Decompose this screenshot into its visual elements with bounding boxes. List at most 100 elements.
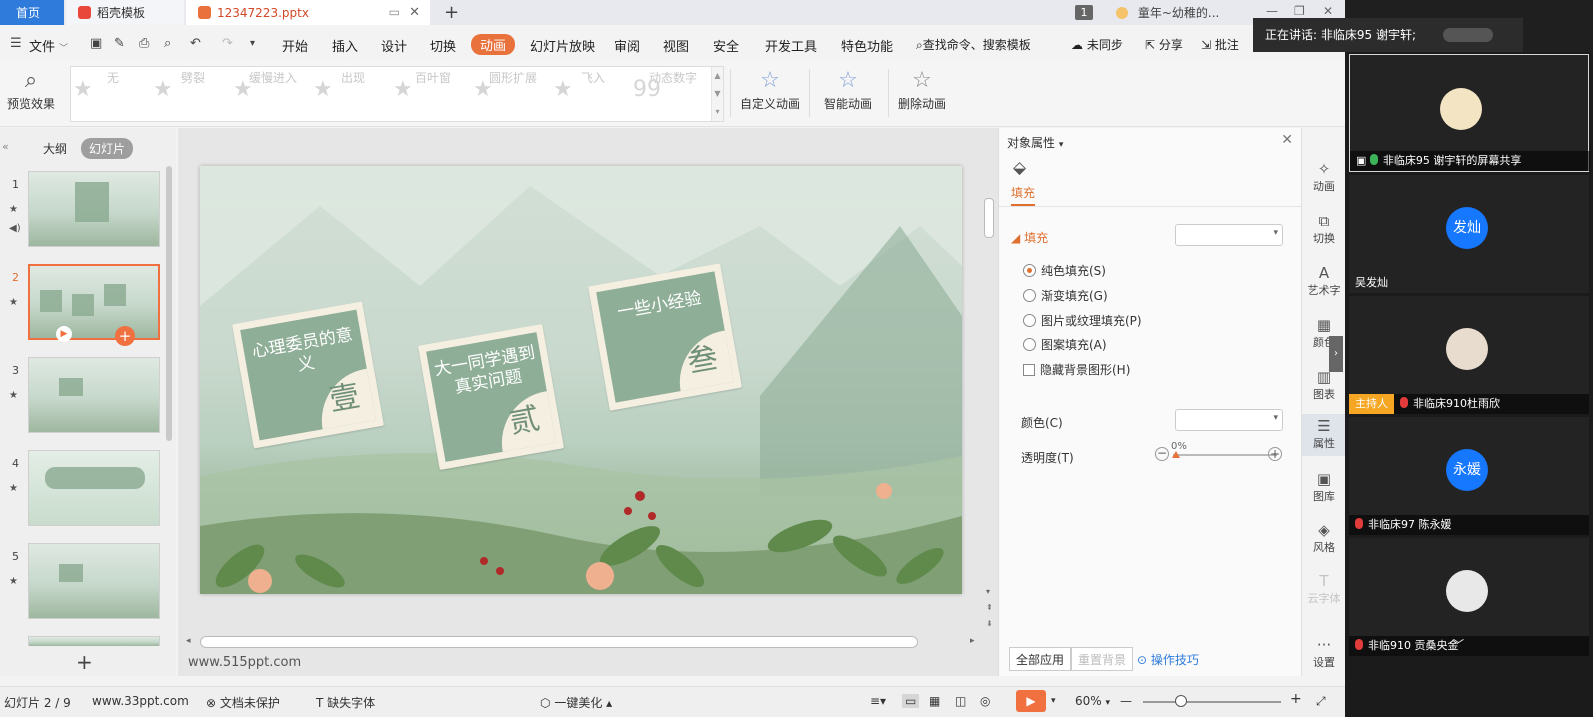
- radio-picture-fill[interactable]: 图片或纹理填充(P): [1023, 312, 1142, 329]
- tab-home[interactable]: 首页: [0, 0, 64, 25]
- zoom-in-icon[interactable]: +: [1290, 691, 1302, 707]
- share-button[interactable]: ⇱ 分享: [1145, 36, 1183, 53]
- save-icon[interactable]: ▣: [90, 37, 104, 51]
- slide-nav-arrows-icon[interactable]: ▾ ⇞ ⇟: [986, 584, 993, 632]
- play-options-chevron-icon[interactable]: ▾: [1051, 696, 1056, 706]
- decrease-transparency-button[interactable]: −: [1155, 447, 1169, 461]
- anim-dynamic-number[interactable]: 99 动态数字: [633, 69, 713, 102]
- slide-thumbnail-3[interactable]: [28, 357, 160, 433]
- tab-slides[interactable]: 幻灯片: [81, 138, 134, 159]
- print-icon[interactable]: ⎙: [139, 37, 153, 51]
- preview-effect-button[interactable]: ⌕ 预览效果: [6, 67, 56, 112]
- anim-blinds[interactable]: ★ 百叶窗: [393, 69, 473, 102]
- sidebar-gallery[interactable]: ▣ 图库: [1302, 470, 1346, 506]
- zoom-out-icon[interactable]: —: [1120, 694, 1132, 708]
- fit-window-icon[interactable]: ⤢: [1316, 694, 1326, 709]
- document-protection[interactable]: ⊗ 文档未保护: [206, 694, 280, 711]
- menu-transition[interactable]: 切换: [430, 36, 456, 55]
- notes-toggle-icon[interactable]: ≡▾: [870, 694, 886, 708]
- menu-view[interactable]: 视图: [663, 36, 689, 55]
- smart-animation-button[interactable]: ☆ 智能动画: [816, 67, 880, 112]
- expand-pane-chevron-icon[interactable]: ›: [1329, 336, 1343, 372]
- close-icon[interactable]: ✕: [1281, 132, 1293, 148]
- video-tile-4[interactable]: 永媛 非临床97 陈永媛: [1349, 417, 1589, 535]
- menu-review[interactable]: 审阅: [614, 36, 640, 55]
- paint-bucket-icon[interactable]: ⬙: [1013, 158, 1026, 178]
- menu-features[interactable]: 特色功能: [841, 36, 893, 55]
- menu-design[interactable]: 设计: [381, 36, 407, 55]
- delete-animation-button[interactable]: ☆ 删除动画: [893, 67, 951, 112]
- transparency-slider[interactable]: [1173, 454, 1277, 456]
- anim-slow-in[interactable]: ★ 缓慢进入: [233, 69, 313, 102]
- missing-font-button[interactable]: T 缺失字体: [316, 694, 375, 711]
- video-tile-2[interactable]: 发灿 吴发灿: [1349, 175, 1589, 293]
- current-slide[interactable]: 心理委员的意义 壹 大一同学遇到真实问题 贰 一些小经验 叁: [200, 166, 962, 594]
- menu-slideshow[interactable]: 幻灯片放映: [530, 36, 595, 55]
- chevron-down-icon[interactable]: ﹀: [1453, 636, 1464, 652]
- sidebar-wordart[interactable]: A 艺术字: [1302, 264, 1346, 300]
- zoom-slider-knob[interactable]: [1175, 695, 1187, 707]
- topic-stamp-2[interactable]: 大一同学遇到真实问题 贰: [418, 324, 564, 470]
- undo-icon[interactable]: ↶: [190, 37, 204, 51]
- menu-animation[interactable]: 动画: [471, 34, 516, 55]
- redo-icon[interactable]: ↷: [222, 37, 236, 51]
- close-window-icon[interactable]: ✕: [1323, 4, 1333, 18]
- anim-none[interactable]: ★ 无: [73, 69, 153, 102]
- command-search[interactable]: ⌕查找命令、搜索模板: [916, 36, 1031, 53]
- slide-thumbnail-5[interactable]: [28, 543, 160, 619]
- sidebar-cloud-font[interactable]: T 云字体: [1302, 572, 1346, 608]
- properties-header[interactable]: 对象属性 ▾: [1007, 134, 1063, 151]
- tab-document[interactable]: 12347223.pptx ▭ ✕: [186, 0, 430, 25]
- new-slide-button[interactable]: +: [76, 650, 93, 674]
- window-count-badge[interactable]: 1: [1075, 5, 1093, 20]
- slide-thumbnail-4[interactable]: [28, 450, 160, 526]
- sync-status[interactable]: ☁ 未同步: [1071, 36, 1123, 53]
- anim-split[interactable]: ★ 劈裂: [153, 69, 233, 102]
- tab-outline[interactable]: 大纲: [35, 138, 75, 159]
- sidebar-animation[interactable]: ✧ 动画: [1302, 160, 1346, 196]
- radio-gradient-fill[interactable]: 渐变填充(G): [1023, 287, 1108, 304]
- normal-view-icon[interactable]: ▭: [902, 694, 920, 708]
- close-tab-icon[interactable]: ✕: [409, 5, 420, 20]
- slide-vertical-scrollbar[interactable]: [984, 198, 994, 238]
- slide-notes[interactable]: www.515ppt.com: [188, 655, 301, 670]
- radio-pattern-fill[interactable]: 图案填充(A): [1023, 336, 1107, 353]
- fill-section-header[interactable]: ◢ 填充: [1011, 229, 1048, 246]
- video-tile-5[interactable]: 非临910 贡桑央金 ﹀: [1349, 538, 1589, 656]
- sidebar-style[interactable]: ◈ 风格: [1302, 521, 1346, 557]
- operation-tips-link[interactable]: ⊙ 操作技巧: [1137, 651, 1199, 668]
- menu-developer[interactable]: 开发工具: [765, 36, 817, 55]
- restore-icon[interactable]: ❐: [1294, 4, 1305, 18]
- thumbnail-scrollbar[interactable]: [166, 166, 172, 441]
- file-menu[interactable]: 文件 ﹀: [29, 36, 68, 55]
- topic-stamp-3[interactable]: 一些小经验 叁: [588, 263, 742, 411]
- slide-horizontal-scrollbar[interactable]: [200, 636, 918, 648]
- slide-thumbnail-6[interactable]: [28, 636, 160, 646]
- anim-appear[interactable]: ★ 出现: [313, 69, 393, 102]
- slide-thumbnail-2[interactable]: ▶ +: [28, 264, 160, 346]
- hide-background-checkbox[interactable]: 隐藏背景图形(H): [1023, 361, 1130, 378]
- scroll-right-icon[interactable]: ▸: [970, 636, 975, 646]
- sidebar-settings[interactable]: ··· 设置: [1302, 636, 1346, 672]
- gallery-scrollbar[interactable]: ▲ ▼ ▾: [711, 67, 723, 121]
- video-tile-1[interactable]: ▣ 非临床95 谢宇轩的屏幕共享: [1349, 54, 1590, 172]
- slide-thumbnail-1[interactable]: [28, 171, 160, 247]
- tab-fill[interactable]: 填充: [1011, 184, 1036, 206]
- color-dropdown[interactable]: [1175, 409, 1283, 431]
- new-tab-button[interactable]: +: [444, 2, 459, 23]
- slideshow-play-button[interactable]: ▶: [1016, 690, 1046, 712]
- reading-view-icon[interactable]: ◫: [955, 694, 966, 708]
- one-click-beautify[interactable]: ⬡ 一键美化 ▴: [540, 694, 612, 711]
- fill-type-dropdown[interactable]: [1175, 224, 1283, 246]
- menu-start[interactable]: 开始: [282, 36, 308, 55]
- quick-access-more-icon[interactable]: ▾: [250, 37, 264, 51]
- other-window-tab[interactable]: 童年~幼稚的...: [1116, 4, 1219, 21]
- sidebar-transition[interactable]: ⧉ 切换: [1302, 212, 1346, 248]
- custom-animation-button[interactable]: ☆ 自定义动画: [738, 67, 802, 112]
- comment-button[interactable]: ⇲ 批注: [1201, 36, 1239, 53]
- presenter-view-icon[interactable]: ◎: [980, 694, 990, 708]
- menu-security[interactable]: 安全: [713, 36, 739, 55]
- radio-solid-fill[interactable]: 纯色填充(S): [1023, 262, 1106, 279]
- anim-circle[interactable]: ★ 圆形扩展: [473, 69, 553, 102]
- menu-insert[interactable]: 插入: [332, 36, 358, 55]
